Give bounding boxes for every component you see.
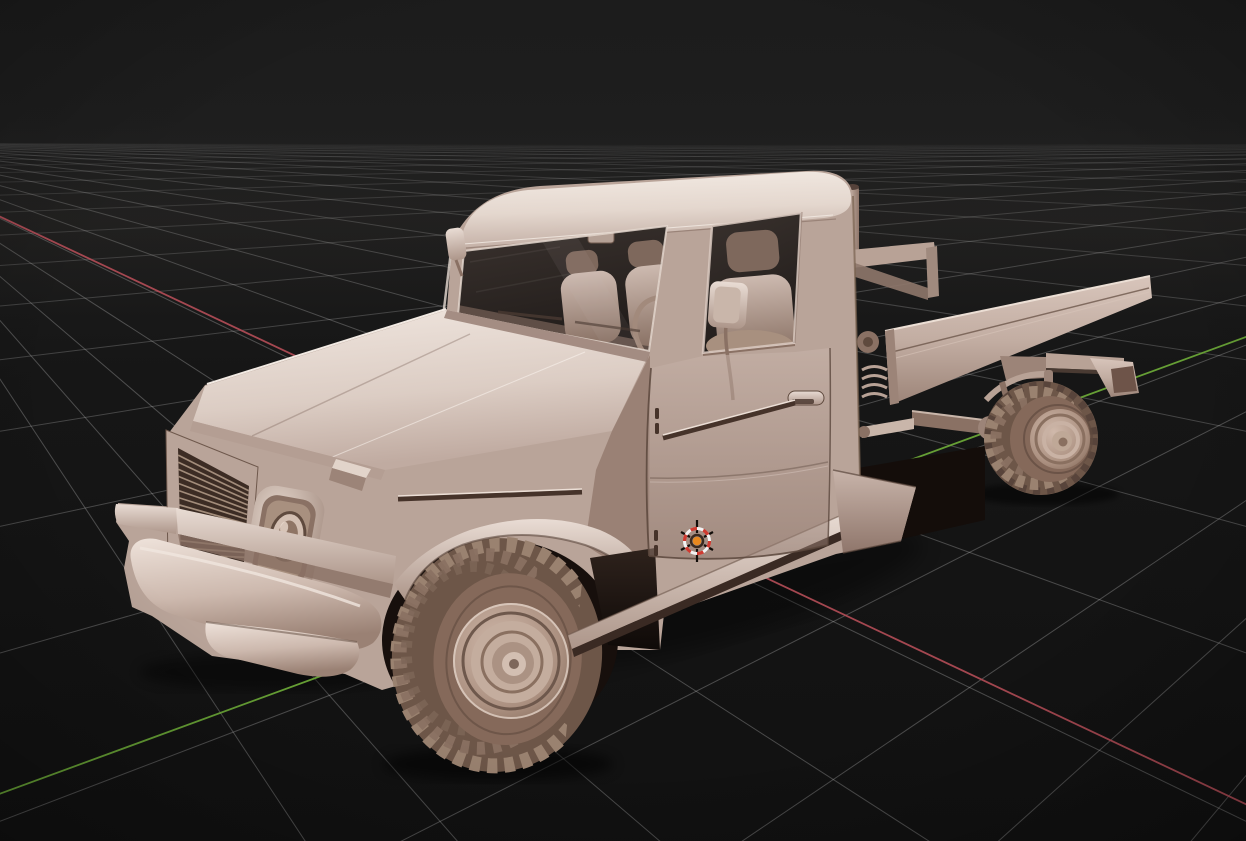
hinge-pin <box>654 530 658 541</box>
front-hub-cap <box>509 659 519 669</box>
3d-viewport[interactable] <box>0 0 1246 841</box>
seat-headrest-side <box>725 229 780 273</box>
rear-wheel <box>984 381 1098 495</box>
rear-hub-cap <box>1059 438 1068 447</box>
rear-overhang-face <box>1111 366 1137 393</box>
hinge-pin <box>654 545 658 556</box>
door-panel <box>647 348 830 559</box>
chassis-drum-hub <box>863 337 873 347</box>
mirror-face <box>713 286 741 324</box>
passenger-headrest <box>627 239 666 269</box>
hinge-pin <box>655 423 659 434</box>
cursor-center-dot <box>693 537 701 545</box>
hinge-pin <box>655 408 659 419</box>
door-handle-recess <box>792 399 814 404</box>
